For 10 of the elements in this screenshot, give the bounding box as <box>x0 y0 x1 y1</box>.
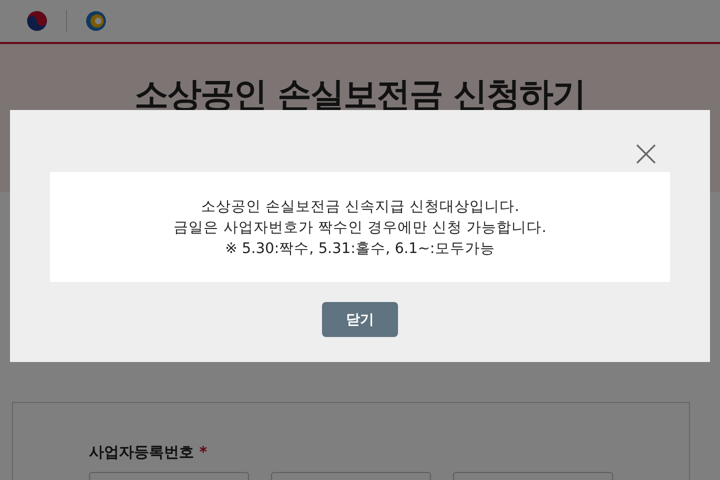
required-mark: * <box>199 443 208 461</box>
message-text: 금일은 사업자번호가 짝수인 경우에만 신청 가능합니다. <box>174 218 546 236</box>
emblem-logo-icon <box>26 10 48 32</box>
close-button[interactable]: 닫기 <box>322 302 398 337</box>
circle-logo-icon <box>85 10 107 32</box>
close-icon[interactable] <box>636 144 656 164</box>
message-text: 소상공인 손실보전금 신속지급 신청대상입니다. <box>200 198 520 216</box>
field-label: 사업자등록번호 * <box>89 443 208 462</box>
page-title: 소상공인 손실보전금 신청하기 <box>134 74 586 117</box>
message-text: ※ 5.30:짝수, 5.31:홀수, 6.1~:모두가능 <box>225 240 495 258</box>
